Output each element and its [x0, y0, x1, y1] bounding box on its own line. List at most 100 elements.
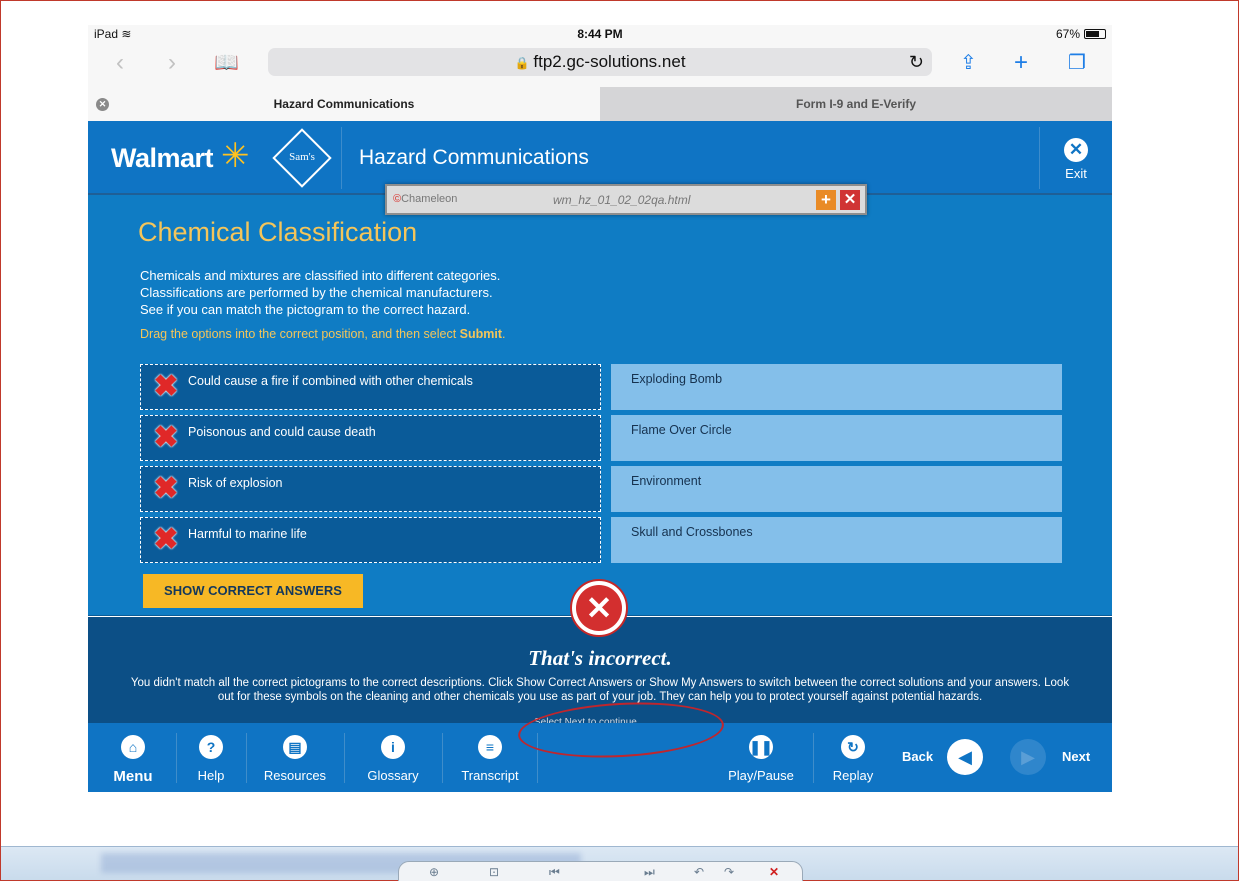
battery-icon: [1084, 29, 1106, 39]
drop-target[interactable]: Exploding Bomb: [611, 364, 1062, 410]
intro-line: Chemicals and mixtures are classified in…: [140, 268, 501, 283]
chameleon-toolbar: ©Chameleon wm_hz_01_02_02qa.html + ✕: [385, 184, 867, 215]
zoom-control-strip: ⊕ ⊡ ⏮ ⏭ ↶ ↷ ✕: [398, 861, 803, 881]
play-pause-label: Play/Pause: [728, 768, 794, 783]
incorrect-x-icon: ✖: [153, 472, 179, 505]
glossary-label: Glossary: [367, 768, 419, 783]
fit-icon[interactable]: ⊡: [489, 865, 499, 879]
menu-button[interactable]: ⌂ Menu: [112, 735, 154, 785]
drag-item[interactable]: ✖ Risk of explosion: [140, 466, 601, 512]
next-button[interactable]: ▶: [1010, 739, 1046, 775]
nav-divider: [442, 733, 443, 783]
book-icon[interactable]: 📖: [214, 51, 239, 75]
drag-item-label: Harmful to marine life: [188, 527, 307, 541]
host-taskbar: ⊕ ⊡ ⏮ ⏭ ↶ ↷ ✕: [1, 846, 1238, 881]
intro-text: Chemicals and mixtures are classified in…: [140, 267, 500, 318]
sams-club-logo-text: Sam's: [289, 151, 315, 163]
browser-tabs: ✕ Hazard Communications Form I-9 and E-V…: [88, 87, 1112, 121]
page-title: Chemical Classification: [138, 217, 418, 247]
drop-target-label: Environment: [631, 474, 702, 488]
feedback-text: You didn't match all the correct pictogr…: [130, 677, 1070, 703]
instruction-submit-word: Submit: [459, 327, 502, 341]
url-bar[interactable]: 🔒 ftp2.gc-solutions.net ↻: [268, 48, 932, 76]
drag-item-label: Poisonous and could cause death: [188, 425, 376, 439]
play-pause-button[interactable]: ❚❚ Play/Pause: [726, 735, 796, 783]
drag-item[interactable]: ✖ Harmful to marine life: [140, 517, 601, 563]
back-label[interactable]: Back: [902, 749, 933, 764]
drag-item[interactable]: ✖ Could cause a fire if combined with ot…: [140, 364, 601, 410]
share-icon[interactable]: ⇪: [960, 51, 977, 75]
close-tab-icon[interactable]: ✕: [96, 98, 109, 111]
back-button[interactable]: ◀: [947, 739, 983, 775]
pause-icon: ❚❚: [749, 735, 773, 759]
drag-item-label: Risk of explosion: [188, 476, 283, 490]
show-correct-answers-button[interactable]: SHOW CORRECT ANSWERS: [143, 574, 363, 608]
feedback-title: That's incorrect.: [528, 646, 672, 670]
chameleon-filename: wm_hz_01_02_02qa.html: [553, 193, 691, 207]
plus-icon[interactable]: +: [816, 190, 836, 210]
list-icon: ≡: [478, 735, 502, 759]
course-title: Hazard Communications: [359, 146, 589, 169]
chameleon-logo-text: Chameleon: [401, 193, 458, 205]
lock-icon: 🔒: [514, 56, 530, 70]
close-circle-icon: ✕: [1064, 138, 1088, 162]
nav-divider: [344, 733, 345, 783]
exit-button[interactable]: ✕ Exit: [1060, 138, 1092, 181]
next-icon[interactable]: ⏭: [644, 865, 655, 880]
resources-label: Resources: [263, 768, 327, 783]
info-icon: i: [381, 735, 405, 759]
exit-label: Exit: [1065, 166, 1087, 181]
intro-line: Classifications are performed by the che…: [140, 285, 493, 300]
transcript-label: Transcript: [461, 768, 519, 783]
resources-button[interactable]: ▤ Resources: [261, 735, 329, 783]
incorrect-x-icon: ✖: [153, 370, 179, 403]
close-icon[interactable]: ✕: [840, 190, 860, 210]
home-icon: ⌂: [121, 735, 145, 759]
nav-divider: [246, 733, 247, 783]
url-text: ftp2.gc-solutions.net: [533, 52, 686, 71]
instruction-pre: Drag the options into the correct positi…: [140, 327, 460, 341]
drag-item-label: Could cause a fire if combined with othe…: [188, 374, 473, 388]
replay-button[interactable]: ↻ Replay: [829, 735, 877, 783]
battery-percent: 67%: [1055, 27, 1080, 41]
chevron-left-icon[interactable]: ‹: [116, 51, 124, 75]
activity-content: Chemical Classification Chemicals and mi…: [88, 195, 1112, 616]
help-button[interactable]: ? Help: [191, 735, 231, 783]
menu-label: Menu: [113, 768, 153, 785]
tab-label: Form I-9 and E-Verify: [795, 97, 917, 111]
nav-divider: [176, 733, 177, 783]
drop-target[interactable]: Skull and Crossbones: [611, 517, 1062, 563]
transcript-button[interactable]: ≡ Transcript: [458, 735, 522, 783]
drag-item[interactable]: ✖ Poisonous and could cause death: [140, 415, 601, 461]
tab-form-i9[interactable]: Form I-9 and E-Verify: [600, 87, 1112, 121]
chevron-right-icon[interactable]: ›: [168, 51, 176, 75]
tabs-icon[interactable]: ❐: [1068, 51, 1086, 75]
next-label[interactable]: Next: [1062, 749, 1090, 764]
instruction-post: .: [502, 327, 506, 341]
redo-icon[interactable]: ↷: [724, 865, 734, 879]
battery-status: 67%: [1056, 27, 1106, 41]
replay-icon: ↻: [841, 735, 865, 759]
previous-icon[interactable]: ⏮: [549, 865, 560, 880]
drop-target[interactable]: Flame Over Circle: [611, 415, 1062, 461]
help-label: Help: [197, 768, 225, 783]
undo-icon[interactable]: ↶: [694, 865, 704, 879]
header-divider: [1039, 127, 1040, 189]
chameleon-logo: ©Chameleon: [393, 193, 458, 205]
drop-target-label: Exploding Bomb: [631, 372, 723, 386]
browser-toolbar: ‹ › 📖 🔒 ftp2.gc-solutions.net ↻ ⇪ + ❐: [88, 43, 1112, 87]
plus-icon[interactable]: +: [1014, 51, 1028, 75]
glossary-button[interactable]: i Glossary: [360, 735, 426, 783]
question-icon: ?: [199, 735, 223, 759]
tab-hazard-communications[interactable]: ✕ Hazard Communications: [88, 87, 600, 121]
incorrect-x-icon: ✖: [153, 523, 179, 556]
close-icon[interactable]: ✕: [769, 865, 779, 879]
nav-divider: [813, 733, 814, 783]
instruction-text: Drag the options into the correct positi…: [140, 327, 505, 341]
zoom-in-icon[interactable]: ⊕: [429, 865, 439, 879]
triangle-left-icon: ◀: [958, 747, 972, 767]
drop-target-label: Skull and Crossbones: [631, 525, 753, 539]
reload-icon[interactable]: ↻: [909, 48, 924, 76]
status-time: 8:44 PM: [577, 27, 623, 41]
drop-target[interactable]: Environment: [611, 466, 1062, 512]
